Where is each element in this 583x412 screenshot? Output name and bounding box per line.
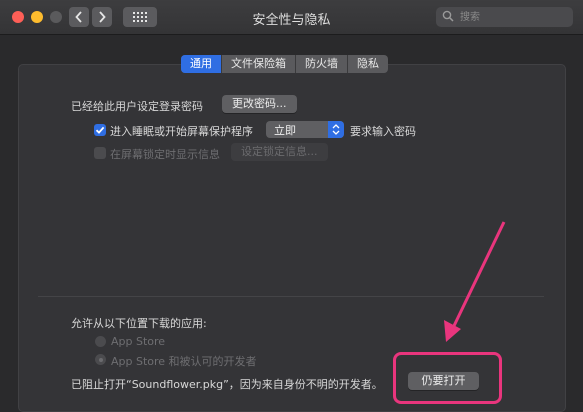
password-delay-value: 立即 [274, 124, 296, 137]
checkmark-icon [95, 126, 105, 134]
password-delay-select[interactable]: 立即 [266, 121, 344, 138]
search-icon [442, 10, 454, 22]
tab-firewall[interactable]: 防火墙 [295, 55, 347, 73]
tab-privacy[interactable]: 隐私 [347, 55, 388, 73]
radio-app-store[interactable] [95, 336, 106, 347]
search-input[interactable] [458, 8, 570, 27]
title-bar: 安全性与隐私 [0, 0, 583, 35]
radio-app-store-label: App Store [111, 335, 166, 348]
section-divider [38, 296, 544, 297]
highlight-box [393, 352, 502, 404]
radio-app-store-identified-label: App Store 和被认可的开发者 [111, 355, 257, 368]
require-password-label: 进入睡眠或开始屏幕保护程序 [110, 125, 253, 138]
tab-bar: 通用 文件保险箱 防火墙 隐私 [181, 55, 388, 73]
lock-message-checkbox[interactable] [94, 147, 106, 159]
radio-app-store-identified[interactable] [95, 354, 106, 365]
tab-filevault[interactable]: 文件保险箱 [221, 55, 295, 73]
password-set-label: 已经给此用户设定登录密码 [71, 100, 203, 113]
select-arrows-icon [328, 121, 344, 138]
search-field[interactable] [436, 7, 573, 27]
download-source-heading: 允许从以下位置下载的应用: [71, 317, 207, 330]
require-password-suffix: 要求输入密码 [350, 125, 416, 138]
tab-general[interactable]: 通用 [181, 55, 221, 73]
set-lock-message-button[interactable]: 设定锁定信息... [231, 143, 328, 161]
lock-message-label: 在屏幕锁定时显示信息 [110, 148, 220, 161]
blocked-app-message: 已阻止打开“Soundflower.pkg”，因为来自身份不明的开发者。 [71, 378, 383, 391]
change-password-button[interactable]: 更改密码... [222, 95, 297, 113]
require-password-checkbox[interactable] [94, 124, 106, 136]
